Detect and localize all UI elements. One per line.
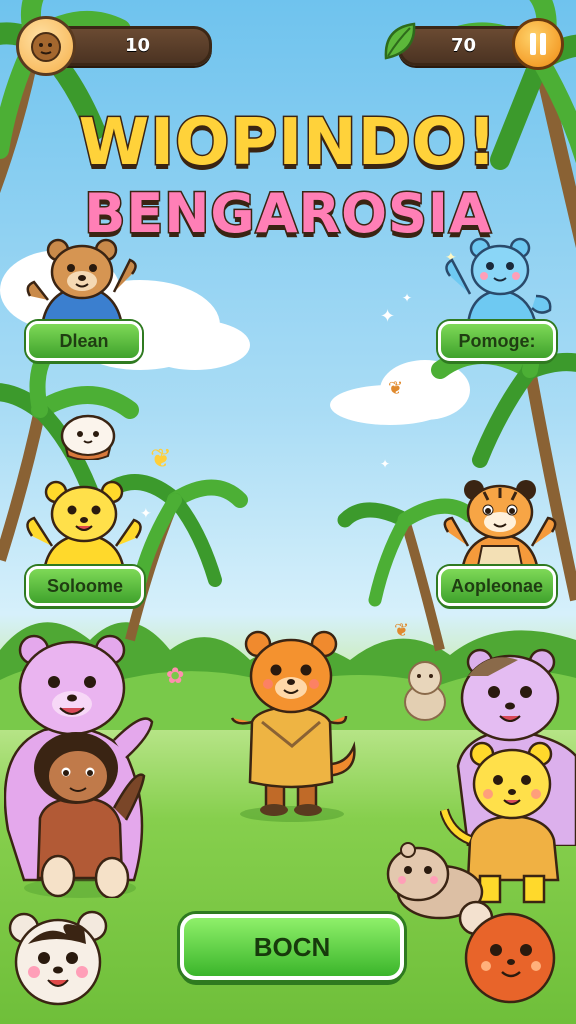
pause-button[interactable] bbox=[512, 18, 564, 70]
yellow-bear-character[interactable] bbox=[22, 476, 146, 572]
blue-bear-character[interactable] bbox=[440, 236, 556, 326]
butterfly-icon: ❦ bbox=[394, 620, 410, 641]
character-label-soloome[interactable]: Soloome bbox=[26, 566, 144, 606]
pause-icon bbox=[530, 33, 546, 55]
character-label-dlean[interactable]: Dlean bbox=[26, 321, 142, 361]
orange-ball-character bbox=[458, 900, 556, 1004]
character-label-aopleonae[interactable]: Aoplеonae bbox=[438, 566, 556, 606]
orange-bear-player-character[interactable] bbox=[228, 626, 360, 822]
white-critter-character bbox=[60, 414, 116, 460]
game-scene: ✦ ✦ ✦ ✦ ✦ ❦ ❦ ❦ 10 70 WIOPINDO! BENGAROS… bbox=[0, 0, 576, 1024]
butterfly-icon: ❦ bbox=[388, 378, 404, 399]
sparkle-icon: ✦ bbox=[380, 306, 395, 327]
right-counter-value: 70 bbox=[451, 35, 477, 56]
raccoon-character bbox=[8, 910, 108, 1006]
sparkle-icon: ✦ bbox=[380, 457, 390, 471]
left-counter-value: 10 bbox=[125, 35, 151, 56]
character-label-pomoge[interactable]: Pomoge: bbox=[438, 321, 556, 361]
main-action-button[interactable]: BOCN bbox=[180, 914, 404, 980]
butterfly-icon: ❦ bbox=[150, 444, 172, 474]
bear-character[interactable] bbox=[22, 236, 140, 326]
beige-critter-character bbox=[404, 661, 446, 721]
leaf-icon bbox=[380, 18, 420, 66]
flower-icon: ✿ bbox=[166, 664, 185, 689]
coconut-coin-icon[interactable] bbox=[16, 16, 76, 76]
tiger-character[interactable] bbox=[438, 476, 562, 572]
sparkle-icon: ✦ bbox=[402, 291, 412, 305]
game-title-line1: WIOPINDO! bbox=[77, 105, 498, 182]
monkey-character bbox=[24, 732, 146, 898]
